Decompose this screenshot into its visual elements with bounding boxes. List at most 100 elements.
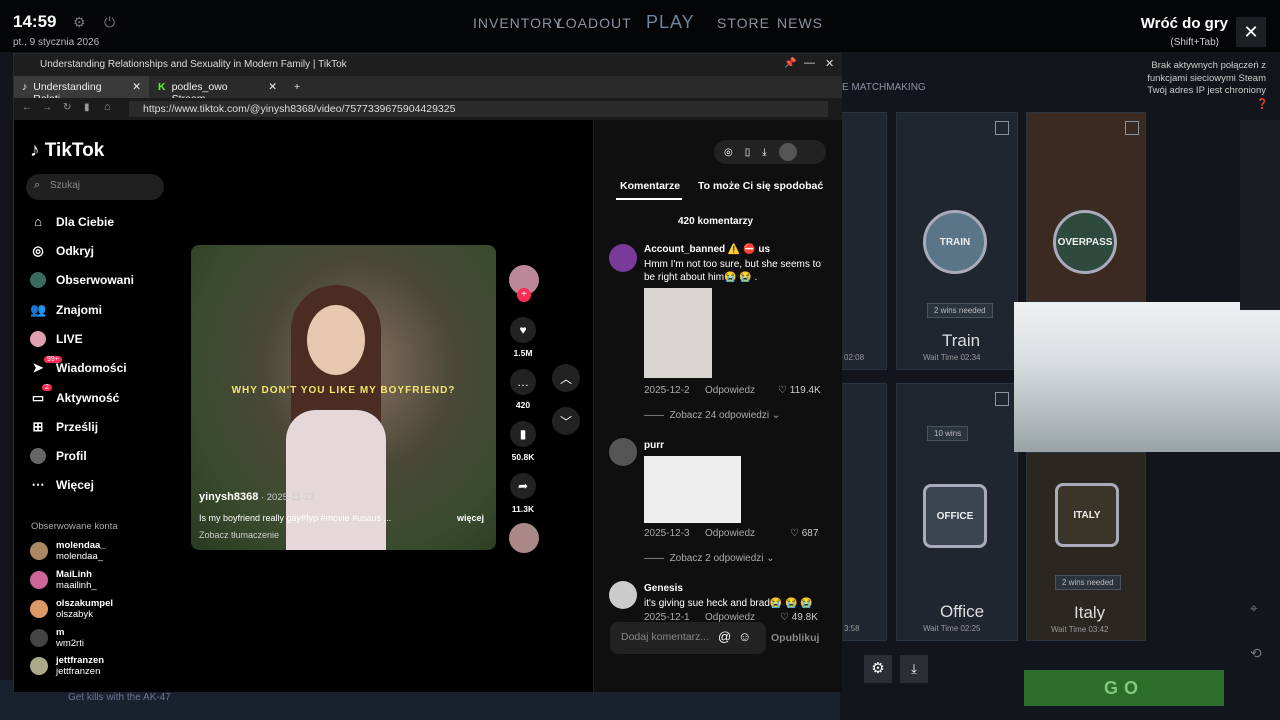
device-icon[interactable]: ▯ (745, 147, 751, 158)
video-player[interactable]: WHY DON'T YOU LIKE MY BOYFRIEND? yinysh8… (191, 245, 496, 550)
tab-kick[interactable]: K podles_owo Stream ... ✕ (150, 76, 285, 105)
map-checkbox[interactable] (995, 121, 1009, 135)
comment-likes[interactable]: ♡ 119.4K (778, 385, 821, 396)
next-video-icon[interactable]: ﹀ (552, 407, 580, 435)
close-window-icon[interactable]: ✕ (825, 57, 834, 70)
following-account[interactable]: molendaa_ molendaa_ (30, 540, 106, 562)
nav-odkryj[interactable]: ◎ Odkryj (30, 243, 94, 259)
map-card-partial-2[interactable]: 3:58 (841, 383, 887, 641)
close-icon[interactable]: ✕ (1236, 17, 1266, 47)
url-input[interactable]: https://www.tiktok.com/@yinysh8368/video… (129, 101, 828, 117)
reload-icon[interactable]: ↻ (63, 102, 71, 113)
likes-text: 687 (801, 528, 819, 539)
nav-profil[interactable]: Profil (30, 448, 87, 464)
settings-icon[interactable]: ⚙ (73, 14, 86, 31)
map-card-overpass[interactable]: OVERPASS (1026, 112, 1146, 302)
following-account[interactable]: olszakumpel olszabyk (30, 598, 113, 620)
music-disc[interactable] (509, 523, 539, 553)
map-card-partial[interactable]: 02:08 (841, 112, 887, 370)
tab-close-icon[interactable]: ✕ (268, 81, 277, 93)
view-replies[interactable]: —— Zobacz 24 odpowiedzi ⌄ (644, 410, 780, 421)
video-author[interactable]: yinysh8368 · 2025-11-27 (199, 491, 315, 503)
reply-button[interactable]: Odpowiedz (705, 528, 755, 539)
return-to-game-label[interactable]: Wróć do gry (1141, 15, 1228, 32)
back-icon[interactable]: ← (22, 102, 32, 113)
comment-image[interactable] (644, 288, 712, 378)
comment-user[interactable]: purr (644, 440, 664, 451)
map-card-italy[interactable]: ITALY 2 wins needed Italy Wait Time 03:4… (1026, 452, 1146, 641)
power-icon[interactable]: ⏻ (104, 14, 115, 31)
comment-date: 2025-12-2 (644, 385, 690, 396)
prev-video-icon[interactable]: ︿ (552, 364, 580, 392)
reply-button[interactable]: Odpowiedz (705, 385, 755, 396)
home-icon[interactable]: ⌂ (104, 101, 111, 113)
comment-likes[interactable]: ♡ 687 (790, 528, 818, 539)
view-replies[interactable]: —— Zobacz 2 odpowiedzi ⌄ (644, 553, 775, 564)
nav-store[interactable]: STORE (717, 15, 770, 31)
download-icon[interactable]: ⤓ (762, 147, 766, 158)
emoji-icon[interactable]: ☺ (738, 629, 751, 644)
following-account[interactable]: m wm2rti (30, 627, 84, 649)
following-account[interactable]: jettfranzen jettfranzen (30, 656, 104, 676)
follow-plus-icon[interactable]: + (517, 288, 531, 302)
translate-link[interactable]: Zobacz tłumaczenie (199, 530, 279, 540)
tab-tiktok[interactable]: ♪ Understanding Relati... ✕ (14, 76, 149, 105)
nav-znajomi[interactable]: 👥 Znajomi (30, 302, 102, 318)
history-icon[interactable]: ⟲ (1250, 645, 1262, 662)
radio-icon[interactable]: ⌖ (1250, 600, 1258, 617)
map-checkbox[interactable] (1125, 121, 1139, 135)
minimize-icon[interactable]: — (804, 57, 815, 69)
tab-close-icon[interactable]: ✕ (132, 81, 141, 93)
nav-przeslij[interactable]: ⊞ Prześlij (30, 419, 98, 435)
share-icon[interactable]: ➦ (510, 473, 536, 499)
download-icon[interactable]: ⤓ (900, 655, 928, 683)
nav-live[interactable]: LIVE (30, 331, 83, 347)
comment-user[interactable]: Account_banned ⚠️ ⛔ us (644, 244, 770, 255)
save-icon[interactable]: ▮ (510, 421, 536, 447)
comment-avatar[interactable] (609, 244, 637, 272)
nav-wiadomosci[interactable]: ➤ Wiadomości (30, 360, 127, 376)
logo-text: TikTok (44, 140, 105, 161)
comment-user[interactable]: Genesis (644, 583, 683, 594)
publish-button[interactable]: Opublikuj (771, 632, 819, 644)
bookmark-icon[interactable]: ▮ (84, 102, 90, 113)
comment-avatar[interactable] (609, 581, 637, 609)
nav-inventory[interactable]: INVENTORY (473, 15, 563, 31)
map-checkbox[interactable] (995, 392, 1009, 406)
search-input[interactable]: ⌕ Szukaj (26, 174, 164, 200)
new-tab-icon[interactable]: + (286, 76, 308, 98)
map-card-office[interactable]: 10 wins OFFICE Office Wait Time 02:25 (896, 383, 1018, 641)
nav-label: Dla Ciebie (56, 215, 115, 229)
tab-comments[interactable]: Komentarze (620, 180, 680, 192)
comment-avatar[interactable] (609, 438, 637, 466)
comment-icon[interactable]: … (510, 369, 536, 395)
explore-icon[interactable]: ◎ (724, 147, 733, 158)
help-icon[interactable]: ❓ (1256, 99, 1268, 110)
nav-play[interactable]: PLAY (646, 12, 695, 33)
more-link[interactable]: więcej (457, 513, 484, 523)
nav-news[interactable]: NEWS (777, 15, 823, 31)
nav-aktywnosc[interactable]: ▭ Aktywność (30, 390, 120, 406)
settings-icon[interactable]: ⚙ (864, 655, 892, 683)
following-account[interactable]: MaiLinh maailinh_ (30, 569, 97, 591)
mention-icon[interactable]: @ (718, 629, 731, 644)
tiktok-icon: ♪ (22, 81, 28, 93)
nav-wiecej[interactable]: ⋯ Więcej (30, 477, 94, 493)
user-avatar[interactable] (778, 143, 797, 161)
forward-icon[interactable]: → (42, 102, 52, 113)
browser-title-bar: Understanding Relationships and Sexualit… (14, 54, 842, 76)
map-card-train[interactable]: TRAIN 2 wins needed Train Wait Time 02:3… (896, 112, 1018, 370)
tab-related[interactable]: To może Ci się spodobać (698, 180, 823, 192)
comment-image[interactable] (644, 456, 741, 523)
go-button[interactable]: GO (1024, 670, 1224, 706)
pin-icon[interactable]: 📌 (784, 58, 796, 69)
nav-obserwowani[interactable]: Obserwowani (30, 272, 134, 288)
nav-dla-ciebie[interactable]: ⌂ Dla Ciebie (30, 214, 114, 230)
tiktok-logo[interactable]: ♪ TikTok (30, 140, 104, 162)
add-comment-input[interactable]: Dodaj komentarz... @ ☺ (610, 622, 766, 654)
like-icon[interactable]: ♥ (510, 317, 536, 343)
wait-time: Wait Time 02:25 (923, 624, 981, 633)
nav-loadout[interactable]: LOADOUT (557, 15, 632, 31)
wait-time: Wait Time 02:34 (923, 353, 981, 362)
comment-likes[interactable]: ♡ 49.8K (780, 612, 818, 623)
